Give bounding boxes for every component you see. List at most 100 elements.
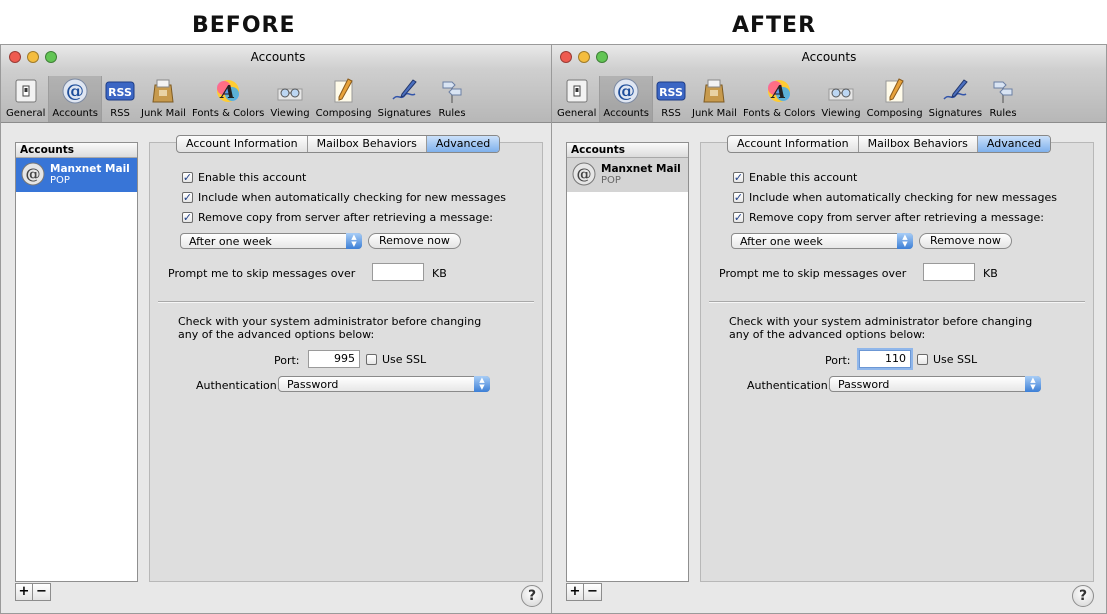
account-settings-panel: Account Information Mailbox Behaviors Ad… (700, 135, 1094, 582)
help-button[interactable]: ? (521, 585, 543, 607)
remove-now-button[interactable]: Remove now (368, 233, 461, 249)
svg-text:@: @ (26, 165, 41, 183)
svg-text:@: @ (577, 165, 592, 183)
include-auto-check-checkbox[interactable]: ✓ Include when automatically checking fo… (733, 191, 1057, 204)
port-field[interactable]: 110 (859, 350, 911, 368)
before-accounts-window: Accounts General @ Accounts RSS RSS Junk… (0, 44, 556, 614)
popup-arrows-icon: ▲ ▼ (1025, 376, 1041, 392)
toolbar-composing[interactable]: Composing (864, 76, 926, 122)
authentication-select[interactable]: Password ▲ ▼ (829, 376, 1041, 392)
account-type: POP (601, 175, 621, 186)
divider (709, 301, 1085, 303)
toolbar-fonts-colors[interactable]: A Fonts & Colors (740, 76, 818, 122)
add-account-button[interactable]: + (566, 583, 584, 601)
use-ssl-checkbox[interactable]: Use SSL (917, 353, 977, 366)
general-switch-icon (11, 76, 41, 106)
glasses-icon (275, 76, 305, 106)
toolbar-composing[interactable]: Composing (313, 76, 375, 122)
tab-mailbox-behaviors[interactable]: Mailbox Behaviors (308, 136, 427, 152)
enable-account-checkbox[interactable]: ✓ Enable this account (182, 171, 306, 184)
title-bar: Accounts (1, 45, 555, 69)
account-row-manxnet[interactable]: @ Manxnet Mail POP (567, 158, 688, 192)
accounts-list[interactable]: Accounts @ Manxnet Mail POP (566, 142, 689, 582)
checkmark-icon: ✓ (182, 191, 193, 204)
account-row-manxnet[interactable]: @ Manxnet Mail POP (16, 158, 137, 192)
remove-when-select[interactable]: After one week ▲ ▼ (731, 233, 913, 249)
minimize-button[interactable] (578, 51, 590, 63)
preferences-toolbar: General @ Accounts RSS RSS Junk Mail A F… (1, 69, 555, 123)
toolbar-general[interactable]: General (3, 76, 48, 122)
enable-account-checkbox[interactable]: ✓ Enable this account (733, 171, 857, 184)
admin-note-line-1: Check with your system administrator bef… (178, 315, 482, 328)
port-field[interactable]: 995 (308, 350, 360, 368)
prompt-skip-label: Prompt me to skip messages over (168, 267, 356, 280)
junk-mail-bag-icon (148, 76, 178, 106)
toolbar-viewing[interactable]: Viewing (267, 76, 312, 122)
toolbar-signatures[interactable]: Signatures (375, 76, 434, 122)
svg-text:RSS: RSS (108, 86, 132, 99)
toolbar-junk-mail[interactable]: Junk Mail (689, 76, 740, 122)
zoom-button[interactable] (45, 51, 57, 63)
checkmark-icon: ✓ (182, 171, 193, 184)
pencil-paper-icon (329, 76, 359, 106)
divider (158, 301, 534, 303)
admin-note-line-2: any of the advanced options below: (178, 328, 375, 341)
account-name: Manxnet Mail (50, 163, 130, 175)
port-label: Port: (274, 354, 300, 367)
toolbar-fonts-colors[interactable]: A Fonts & Colors (189, 76, 267, 122)
svg-text:RSS: RSS (659, 86, 683, 99)
remove-copy-checkbox[interactable]: ✓ Remove copy from server after retrievi… (182, 211, 493, 224)
pencil-paper-icon (880, 76, 910, 106)
checkmark-icon: ✓ (733, 171, 744, 184)
rss-icon: RSS (656, 76, 686, 106)
remove-copy-checkbox[interactable]: ✓ Remove copy from server after retrievi… (733, 211, 1044, 224)
zoom-button[interactable] (596, 51, 608, 63)
tab-account-information[interactable]: Account Information (728, 136, 859, 152)
toolbar-rules[interactable]: Rules (434, 76, 470, 122)
help-button[interactable]: ? (1072, 585, 1094, 607)
toolbar-rss[interactable]: RSS RSS (102, 76, 138, 122)
remove-now-button[interactable]: Remove now (919, 233, 1012, 249)
port-label: Port: (825, 354, 851, 367)
close-button[interactable] (9, 51, 21, 63)
pen-signature-icon (389, 76, 419, 106)
toolbar-viewing[interactable]: Viewing (818, 76, 863, 122)
authentication-label: Authentication: (747, 379, 832, 392)
toolbar-signatures[interactable]: Signatures (926, 76, 985, 122)
tab-advanced[interactable]: Advanced (977, 136, 1051, 152)
window-title: Accounts (801, 50, 857, 64)
svg-text:A: A (770, 82, 786, 103)
at-sign-icon: @ (60, 76, 90, 106)
svg-text:@: @ (617, 81, 635, 102)
toolbar-rules[interactable]: Rules (985, 76, 1021, 122)
accounts-list[interactable]: Accounts @ Manxnet Mail POP (15, 142, 138, 582)
remove-when-select[interactable]: After one week ▲ ▼ (180, 233, 362, 249)
popup-arrows-icon: ▲ ▼ (346, 233, 362, 249)
authentication-label: Authentication: (196, 379, 281, 392)
add-account-button[interactable]: + (15, 583, 33, 601)
toolbar-general[interactable]: General (554, 76, 599, 122)
settings-tabs: Account Information Mailbox Behaviors Ad… (727, 135, 1052, 153)
toolbar-junk-mail[interactable]: Junk Mail (138, 76, 189, 122)
skip-size-field[interactable] (372, 263, 424, 281)
title-bar: Accounts (552, 45, 1106, 69)
toolbar-accounts[interactable]: @ Accounts (48, 76, 103, 122)
at-sign-icon: @ (571, 161, 597, 190)
include-auto-check-checkbox[interactable]: ✓ Include when automatically checking fo… (182, 191, 506, 204)
skip-size-field[interactable] (923, 263, 975, 281)
minimize-button[interactable] (27, 51, 39, 63)
tab-mailbox-behaviors[interactable]: Mailbox Behaviors (859, 136, 978, 152)
remove-account-button[interactable]: − (33, 583, 51, 601)
toolbar-accounts[interactable]: @ Accounts (599, 76, 654, 122)
authentication-select[interactable]: Password ▲ ▼ (278, 376, 490, 392)
preferences-toolbar: General @ Accounts RSS RSS Junk Mail A F… (552, 69, 1106, 123)
use-ssl-checkbox[interactable]: Use SSL (366, 353, 426, 366)
remove-account-button[interactable]: − (584, 583, 602, 601)
tab-account-information[interactable]: Account Information (177, 136, 308, 152)
rules-sign-icon (437, 76, 467, 106)
toolbar-rss[interactable]: RSS RSS (653, 76, 689, 122)
close-button[interactable] (560, 51, 572, 63)
tab-advanced[interactable]: Advanced (426, 136, 500, 152)
rules-sign-icon (988, 76, 1018, 106)
general-switch-icon (562, 76, 592, 106)
